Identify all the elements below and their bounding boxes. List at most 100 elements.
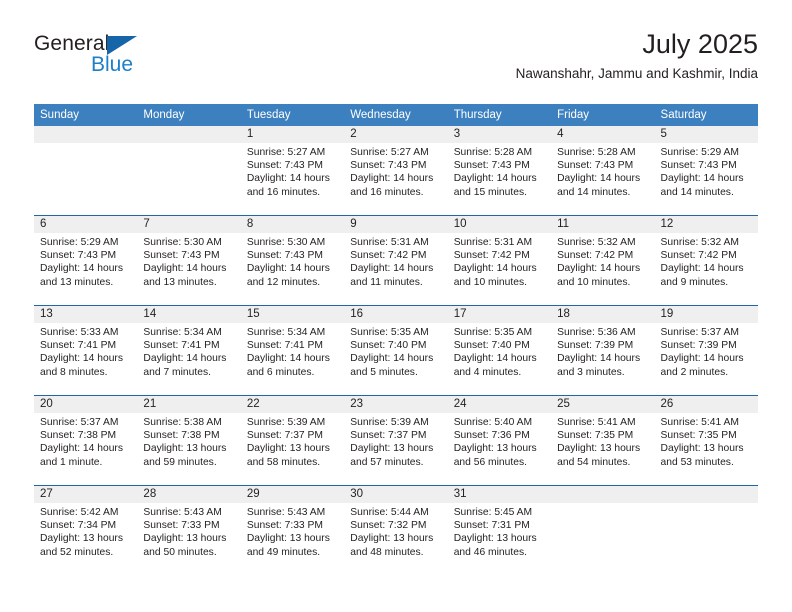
day-number[interactable]: 10 [448,216,551,233]
sunset-text: Sunset: 7:41 PM [40,340,117,352]
week-daynumber-row: 13 14 15 16 17 18 19 [34,306,758,323]
daylight-text-line1: Daylight: 14 hours [453,173,537,185]
day-number[interactable]: 26 [655,396,758,413]
sunset-text: Sunset: 7:36 PM [453,430,530,442]
day-number[interactable]: 11 [551,216,654,233]
sunset-text: Sunset: 7:32 PM [350,520,427,532]
day-number[interactable]: 9 [344,216,447,233]
day-cell[interactable]: Sunrise: 5:28 AM Sunset: 7:43 PM Daylight:… [551,143,654,215]
day-number[interactable]: 29 [241,486,344,503]
day-number[interactable]: 13 [34,306,137,323]
brand-logo[interactable]: General Blue [34,32,234,88]
day-number[interactable]: 19 [655,306,758,323]
daylight-text-line1: Daylight: 14 hours [660,353,744,365]
sunrise-text: Sunrise: 5:33 AM [40,327,119,338]
day-cell[interactable]: Sunrise: 5:37 AM Sunset: 7:38 PM Daylight:… [34,413,137,485]
sunset-text: Sunset: 7:40 PM [350,340,427,352]
day-number[interactable]: 28 [137,486,240,503]
day-cell[interactable]: Sunrise: 5:35 AM Sunset: 7:40 PM Daylight:… [448,323,551,395]
daylight-text-line1: Daylight: 13 hours [453,443,537,455]
day-number[interactable]: 21 [137,396,240,413]
week-detail-row: Sunrise: 5:29 AM Sunset: 7:43 PM Daylight:… [34,233,758,305]
sunrise-text: Sunrise: 5:41 AM [660,417,739,428]
day-cell[interactable]: Sunrise: 5:30 AM Sunset: 7:43 PM Daylight:… [137,233,240,305]
sunset-text: Sunset: 7:43 PM [660,160,737,172]
sunset-text: Sunset: 7:33 PM [246,520,323,532]
daylight-text-line2: and 13 minutes. [143,276,217,288]
day-number[interactable]: 18 [551,306,654,323]
day-cell[interactable]: Sunrise: 5:39 AM Sunset: 7:37 PM Daylight:… [344,413,447,485]
day-cell[interactable]: Sunrise: 5:31 AM Sunset: 7:42 PM Daylight:… [448,233,551,305]
day-number[interactable]: 24 [448,396,551,413]
week-detail-row: Sunrise: 5:33 AM Sunset: 7:41 PM Daylight:… [34,323,758,395]
day-cell[interactable]: Sunrise: 5:45 AM Sunset: 7:31 PM Daylight:… [448,503,551,575]
day-number[interactable]: 3 [448,126,551,143]
sunset-text: Sunset: 7:39 PM [660,340,737,352]
day-number[interactable]: 5 [655,126,758,143]
day-cell[interactable]: Sunrise: 5:44 AM Sunset: 7:32 PM Daylight:… [344,503,447,575]
day-cell[interactable]: Sunrise: 5:35 AM Sunset: 7:40 PM Daylight:… [344,323,447,395]
day-number[interactable]: 4 [551,126,654,143]
day-number[interactable]: 7 [137,216,240,233]
day-cell[interactable]: Sunrise: 5:36 AM Sunset: 7:39 PM Daylight:… [551,323,654,395]
day-number[interactable]: 22 [241,396,344,413]
day-cell[interactable]: Sunrise: 5:34 AM Sunset: 7:41 PM Daylight:… [241,323,344,395]
day-number[interactable]: 30 [344,486,447,503]
day-cell[interactable]: Sunrise: 5:30 AM Sunset: 7:43 PM Daylight:… [241,233,344,305]
day-number[interactable]: 1 [241,126,344,143]
day-number[interactable]: 14 [137,306,240,323]
day-number[interactable]: 8 [241,216,344,233]
day-cell[interactable]: Sunrise: 5:29 AM Sunset: 7:43 PM Daylight:… [34,233,137,305]
daylight-text-line2: and 53 minutes. [660,456,734,468]
sunset-text: Sunset: 7:34 PM [40,520,117,532]
day-number[interactable]: 25 [551,396,654,413]
day-cell[interactable]: Sunrise: 5:27 AM Sunset: 7:43 PM Daylight:… [241,143,344,215]
day-number[interactable]: 27 [34,486,137,503]
daylight-text-line1: Daylight: 14 hours [557,263,641,275]
day-number[interactable]: 16 [344,306,447,323]
day-cell[interactable]: Sunrise: 5:39 AM Sunset: 7:37 PM Daylight:… [241,413,344,485]
daylight-text-line2: and 13 minutes. [40,276,114,288]
daylight-text-line2: and 50 minutes. [143,546,217,558]
day-number[interactable]: 2 [344,126,447,143]
day-number[interactable]: 15 [241,306,344,323]
day-number[interactable]: 20 [34,396,137,413]
page-header: General Blue July 2025 Nawanshahr, Jammu… [34,28,758,94]
weekday-header-friday: Friday [557,109,590,121]
day-number[interactable]: 6 [34,216,137,233]
day-number[interactable]: 23 [344,396,447,413]
daylight-text-line1: Daylight: 14 hours [40,443,123,455]
sunset-text: Sunset: 7:43 PM [453,160,530,172]
calendar-grid: Sunday Monday Tuesday Wednesday Thursday… [34,104,758,575]
day-cell[interactable]: Sunrise: 5:32 AM Sunset: 7:42 PM Daylight:… [655,233,758,305]
daylight-text-line1: Daylight: 14 hours [350,173,434,185]
day-cell[interactable]: Sunrise: 5:28 AM Sunset: 7:43 PM Daylight:… [448,143,551,215]
calendar-week-row: 13 14 15 16 17 18 19 Sunrise: 5:33 AM Sunset: 7:… [34,305,758,395]
day-cell[interactable]: Sunrise: 5:41 AM Sunset: 7:35 PM Daylight:… [551,413,654,485]
day-number[interactable]: 12 [655,216,758,233]
day-cell[interactable]: Sunrise: 5:43 AM Sunset: 7:33 PM Daylight:… [241,503,344,575]
day-cell[interactable]: Sunrise: 5:33 AM Sunset: 7:41 PM Daylight:… [34,323,137,395]
day-cell[interactable]: Sunrise: 5:27 AM Sunset: 7:43 PM Daylight:… [344,143,447,215]
day-cell[interactable]: Sunrise: 5:37 AM Sunset: 7:39 PM Daylight:… [655,323,758,395]
day-number[interactable]: 31 [448,486,551,503]
daylight-text-line1: Daylight: 14 hours [557,173,641,185]
sunset-text: Sunset: 7:40 PM [453,340,530,352]
sunrise-text: Sunrise: 5:35 AM [350,327,429,338]
day-cell[interactable]: Sunrise: 5:34 AM Sunset: 7:41 PM Daylight:… [137,323,240,395]
daylight-text-line1: Daylight: 13 hours [350,533,434,545]
day-cell[interactable]: Sunrise: 5:32 AM Sunset: 7:42 PM Daylight:… [551,233,654,305]
day-cell[interactable]: Sunrise: 5:43 AM Sunset: 7:33 PM Daylight:… [137,503,240,575]
day-cell[interactable]: Sunrise: 5:29 AM Sunset: 7:43 PM Daylight:… [655,143,758,215]
sunset-text: Sunset: 7:41 PM [246,340,323,352]
sunset-text: Sunset: 7:31 PM [453,520,530,532]
day-cell[interactable]: Sunrise: 5:38 AM Sunset: 7:38 PM Daylight:… [137,413,240,485]
sunrise-text: Sunrise: 5:29 AM [40,237,119,248]
day-cell[interactable]: Sunrise: 5:31 AM Sunset: 7:42 PM Daylight:… [344,233,447,305]
day-cell[interactable]: Sunrise: 5:41 AM Sunset: 7:35 PM Daylight:… [655,413,758,485]
daylight-text-line2: and 49 minutes. [246,546,321,558]
daylight-text-line1: Daylight: 13 hours [40,533,123,545]
day-cell[interactable]: Sunrise: 5:40 AM Sunset: 7:36 PM Daylight:… [448,413,551,485]
day-cell[interactable]: Sunrise: 5:42 AM Sunset: 7:34 PM Daylight:… [34,503,137,575]
day-number[interactable]: 17 [448,306,551,323]
